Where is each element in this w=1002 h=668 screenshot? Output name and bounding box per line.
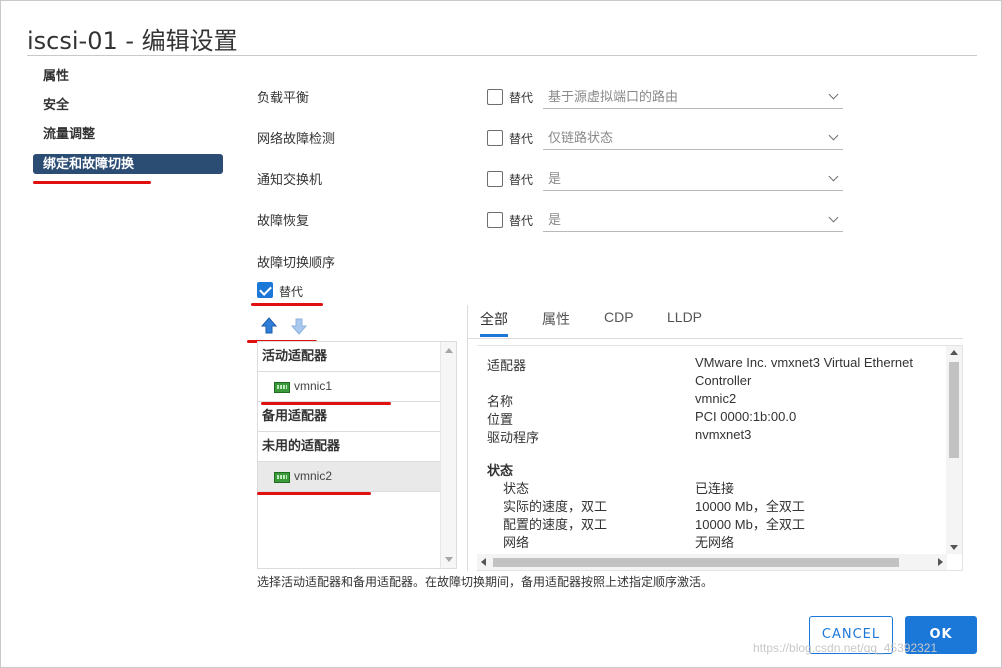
chevron-down-icon	[828, 130, 839, 141]
edit-settings-dialog: iscsi-01 - 编辑设置 属性 安全 流量调整 绑定和故障切换 负载平衡 …	[0, 0, 1002, 668]
detail-config-speed-value: 10000 Mb，全双工	[695, 517, 805, 532]
scroll-thumb[interactable]	[949, 362, 959, 458]
failure-detection-label: 网络故障检测	[257, 131, 336, 146]
scroll-down-icon[interactable]	[445, 557, 453, 562]
nav-item-security[interactable]: 安全	[33, 94, 223, 123]
tab-properties[interactable]: 属性	[542, 309, 570, 337]
failover-hint: 选择活动适配器和备用适配器。在故障切换期间，备用适配器按照上述指定顺序激活。	[257, 575, 714, 589]
tab-cdp[interactable]: CDP	[604, 309, 634, 337]
notify-switches-value: 是	[548, 171, 562, 186]
failover-override-checkbox[interactable]	[257, 282, 273, 298]
detail-network-label: 网络	[503, 535, 530, 550]
scroll-thumb[interactable]	[493, 558, 899, 567]
notify-switches-select[interactable]: 是	[543, 167, 843, 191]
notify-switches-label: 通知交换机	[257, 172, 323, 187]
chevron-down-icon	[828, 212, 839, 223]
details-horizontal-scrollbar[interactable]	[477, 554, 947, 570]
failback-value: 是	[548, 212, 562, 227]
network-adapter-icon	[274, 382, 290, 393]
dialog-title: iscsi-01 - 编辑设置	[27, 27, 238, 55]
scroll-left-icon[interactable]	[481, 558, 486, 566]
load-balancing-value: 基于源虚拟端口的路由	[548, 89, 679, 104]
panel-divider	[467, 305, 468, 571]
failure-detection-override-checkbox[interactable]	[487, 130, 503, 146]
detail-adapter-value: VMware Inc. vmxnet3 Virtual Ethernet	[695, 355, 913, 370]
annotation-underline	[261, 402, 391, 405]
notify-switches-override-checkbox[interactable]	[487, 171, 503, 187]
failback-row: 故障恢复 替代 是	[257, 208, 847, 232]
adapter-details: 适配器 VMware Inc. vmxnet3 Virtual Ethernet…	[477, 345, 963, 571]
failure-detection-row: 网络故障检测 替代 仅链路状态	[257, 126, 847, 150]
scroll-up-icon[interactable]	[950, 350, 958, 355]
detail-name-label: 名称	[487, 394, 514, 409]
detail-adapter-value-cont: Controller	[695, 373, 752, 388]
unused-adapters-header: 未用的适配器	[258, 432, 440, 462]
nav-item-traffic-shaping[interactable]: 流量调整	[33, 123, 223, 152]
scroll-up-icon[interactable]	[445, 348, 453, 353]
annotation-underline	[257, 492, 371, 495]
tab-all[interactable]: 全部	[480, 309, 508, 337]
load-balancing-override-label: 替代	[509, 91, 534, 105]
detail-network-value: 无网络	[695, 535, 735, 550]
chevron-down-icon	[828, 89, 839, 100]
adapter-vmnic1[interactable]: vmnic1	[258, 372, 440, 402]
failure-detection-select[interactable]: 仅链路状态	[543, 126, 843, 150]
failover-override-label: 替代	[279, 285, 304, 299]
adapter-list: 活动适配器 vmnic1 备用适配器 未用的适配器 vmnic2	[257, 341, 457, 569]
standby-adapters-header: 备用适配器	[258, 402, 440, 432]
load-balancing-select[interactable]: 基于源虚拟端口的路由	[543, 85, 843, 109]
notify-switches-override-label: 替代	[509, 173, 534, 187]
failback-label: 故障恢复	[257, 213, 310, 228]
scroll-down-icon[interactable]	[950, 545, 958, 550]
failure-detection-value: 仅链路状态	[548, 130, 614, 145]
annotation-underline	[251, 303, 323, 306]
arrow-down-icon	[290, 318, 308, 335]
load-balancing-row: 负载平衡 替代 基于源虚拟端口的路由	[257, 85, 847, 109]
detail-actual-speed-label: 实际的速度，双工	[503, 499, 608, 514]
adapter-name: vmnic1	[294, 379, 333, 393]
scroll-right-icon[interactable]	[938, 558, 943, 566]
detail-actual-speed-value: 10000 Mb，全双工	[695, 499, 805, 514]
details-vertical-scrollbar[interactable]	[946, 346, 962, 554]
failure-detection-override-label: 替代	[509, 132, 534, 146]
adapter-name: vmnic2	[294, 469, 333, 483]
detail-state-label: 状态	[503, 481, 530, 496]
detail-state-value: 已连接	[695, 481, 735, 496]
failback-override-label: 替代	[509, 214, 534, 228]
tab-lldp[interactable]: LLDP	[667, 309, 702, 337]
detail-location-label: 位置	[487, 412, 514, 427]
settings-nav: 属性 安全 流量调整 绑定和故障切换	[33, 65, 223, 174]
detail-name-value: vmnic2	[695, 391, 737, 406]
nav-item-properties[interactable]: 属性	[33, 65, 223, 94]
detail-driver-label: 驱动程序	[487, 430, 540, 445]
notify-switches-row: 通知交换机 替代 是	[257, 167, 847, 191]
detail-config-speed-label: 配置的速度，双工	[503, 517, 608, 532]
network-adapter-icon	[274, 472, 290, 483]
move-down-button[interactable]	[290, 317, 311, 337]
adapter-list-scrollbar[interactable]	[440, 342, 456, 568]
adapter-vmnic2[interactable]: vmnic2	[258, 462, 440, 492]
watermark: https://blog.csdn.net/qq_45392321	[753, 641, 938, 655]
title-divider	[27, 55, 977, 56]
arrow-up-icon	[260, 317, 278, 334]
failover-order-title: 故障切换顺序	[257, 255, 336, 270]
active-adapters-header: 活动适配器	[258, 342, 440, 372]
detail-adapter-label: 适配器	[487, 358, 527, 373]
nav-item-teaming-failover[interactable]: 绑定和故障切换	[33, 154, 223, 174]
load-balancing-label: 负载平衡	[257, 90, 310, 105]
detail-location-value: PCI 0000:1b:00.0	[695, 409, 797, 424]
failback-override-checkbox[interactable]	[487, 212, 503, 228]
chevron-down-icon	[828, 171, 839, 182]
load-balancing-override-checkbox[interactable]	[487, 89, 503, 105]
annotation-underline	[33, 181, 151, 184]
failback-select[interactable]: 是	[543, 208, 843, 232]
detail-driver-value: nvmxnet3	[695, 427, 752, 442]
details-tabs: 全部 属性 CDP LLDP	[467, 305, 963, 339]
move-up-button[interactable]	[260, 317, 281, 337]
detail-status-header: 状态	[487, 463, 514, 478]
